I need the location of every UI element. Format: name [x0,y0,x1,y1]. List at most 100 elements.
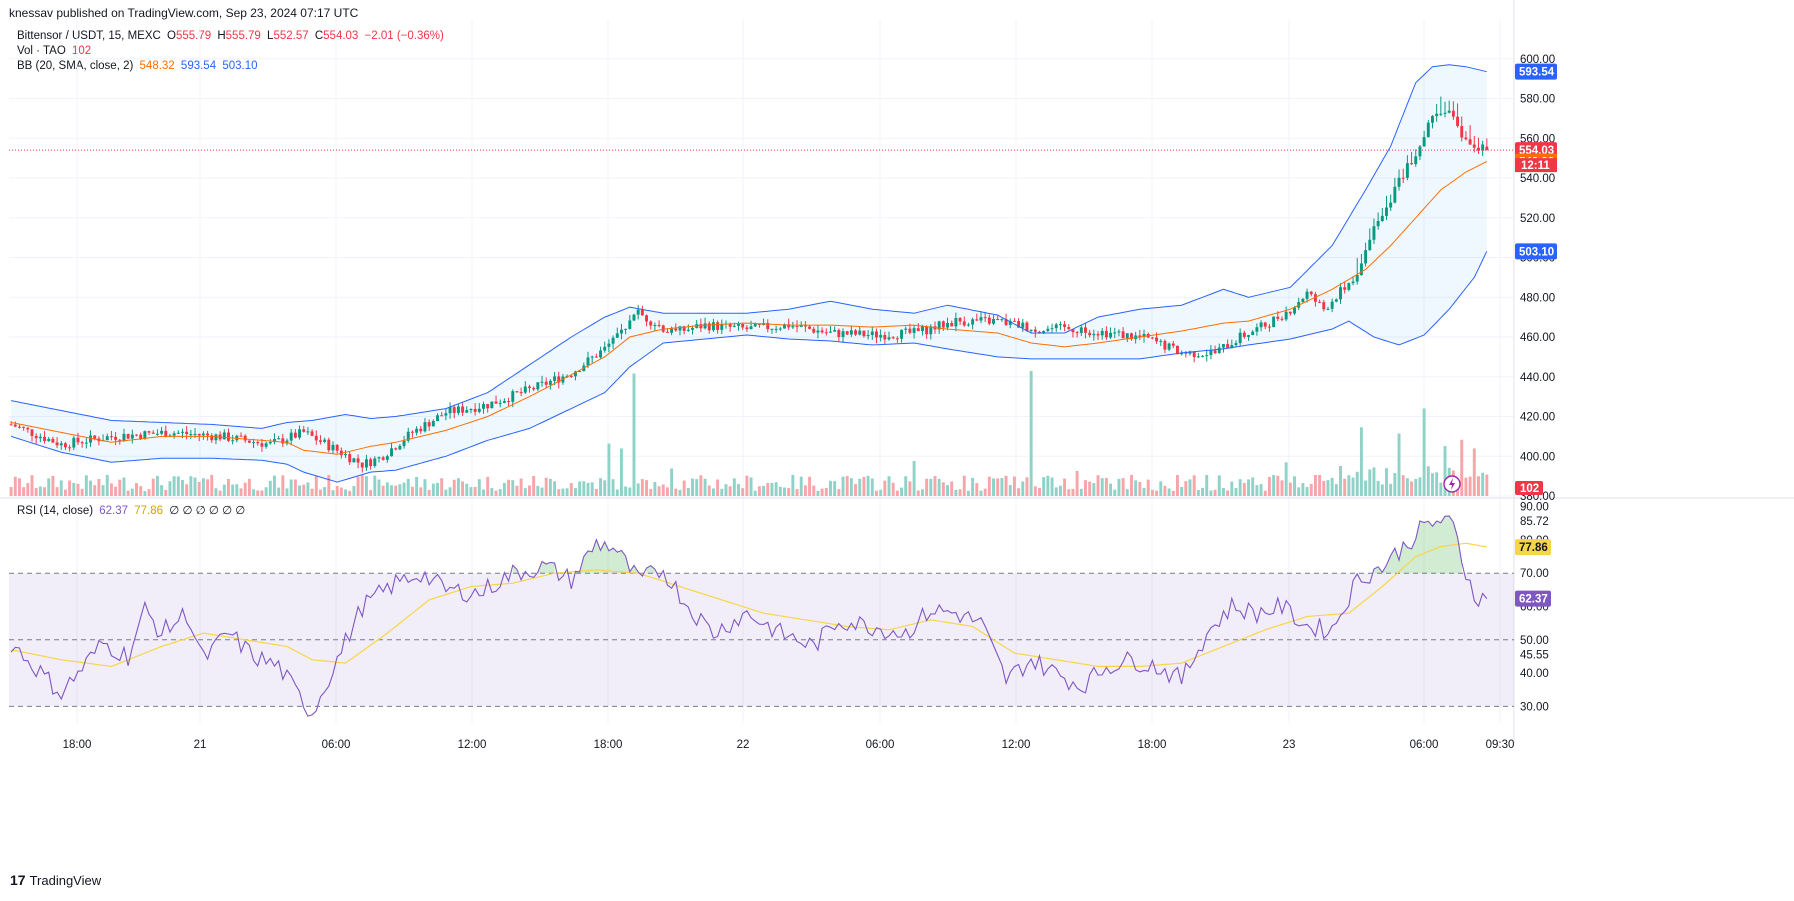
volume-bar [1351,477,1355,496]
time-axis-label: 22 [737,739,750,751]
volume-bar [139,486,143,496]
volume-bar [757,486,761,496]
rsi-value-tag-label: 62.37 [1519,594,1548,606]
volume-bar [101,485,105,496]
trading-chart[interactable]: 600.00580.00560.00540.00520.00500.00480.… [0,0,1794,901]
price-axis-label: 400.00 [1520,451,1555,463]
candle-body [135,434,138,436]
volume-bar [887,476,891,496]
volume-bar [423,479,427,496]
candle-body [1330,301,1334,309]
candle-body [373,458,377,466]
candle-body [904,328,908,330]
candle-body [331,444,335,451]
candle-body [93,435,97,439]
candle-body [109,436,113,438]
volume-bar [1205,474,1209,496]
candle-body [640,309,644,316]
time-axis-label: 12:00 [1002,739,1031,751]
candle-body [607,343,611,347]
candle-body [30,429,34,436]
volume-bar [1372,467,1376,496]
candle-body [281,438,285,444]
volume-bar [1255,485,1259,496]
volume-bar [247,478,251,496]
volume-bar [624,486,628,496]
candle-body [941,321,945,328]
candle-body [979,317,983,321]
candle-body [1422,137,1426,147]
candle-body [1389,202,1393,208]
volume-bar [1176,475,1179,496]
candle-body [1410,163,1414,165]
volume-bar [536,485,540,496]
volume-bar [1334,484,1338,496]
candle-body [1284,311,1288,320]
volume-bar [619,448,623,496]
rsi-axis-label: 85.72 [1520,516,1549,528]
rsi-axis-label: 40.00 [1520,668,1549,680]
volume-bar [1339,466,1342,496]
candle-body [172,433,176,436]
volume-bar [544,477,548,496]
volume-bar [277,487,281,496]
candle-body [143,431,147,439]
candle-body [139,434,143,439]
candle-body [193,433,197,435]
price-tag-label: 503.10 [1519,246,1554,258]
volume-bar [1414,478,1418,496]
volume-bar [339,487,343,496]
volume-bar [1355,471,1359,496]
candle-body [348,454,352,463]
volume-bar [808,476,812,496]
candle-body [703,323,707,329]
volume-bar [686,487,690,496]
candle-body [1456,116,1460,127]
candle-body [808,326,812,329]
volume-bar [950,481,954,496]
candle-body [586,357,590,366]
candle-body [983,317,987,319]
candle-body [1447,110,1451,113]
volume-bar [749,477,753,496]
candle-body [68,447,72,449]
volume-bar [114,486,118,496]
price-axis-label: 580.00 [1520,94,1555,106]
candle-body [1359,263,1363,276]
candle-body [9,424,13,426]
volume-bar [1192,475,1196,496]
candle-body [1196,356,1200,358]
volume-bar [1313,474,1317,496]
volume-bar [1117,478,1121,496]
volume-bar [787,488,791,496]
candle-body [289,432,293,441]
time-axis-label: 09:30 [1486,739,1515,751]
candle-body [1485,146,1489,151]
candle-body [1326,308,1330,310]
candle-body [126,433,130,439]
rsi-axis-label: 90.00 [1520,502,1549,514]
volume-bar [1393,473,1397,496]
volume-bar [1167,488,1171,496]
rsi-value-tag-label: 77.86 [1519,542,1548,554]
volume-bar [477,479,481,496]
candle-body [908,328,912,333]
candle-body [461,406,465,413]
volume-bar [1121,478,1125,496]
volume-bar [147,489,151,496]
volume-bar [1234,487,1238,496]
volume-bar [1171,490,1175,496]
volume-bar [703,478,707,496]
candle-body [122,433,126,441]
candle-body [987,317,991,324]
candle-body [1163,340,1167,350]
volume-bar [561,488,565,496]
volume-bar [1481,472,1485,496]
candle-body [1372,226,1376,240]
candle-body [1021,322,1025,328]
candle-body [38,436,42,439]
candle-body [419,428,423,432]
volume-bar [109,483,113,496]
volume-bar [38,486,42,496]
volume-bar [778,486,782,496]
